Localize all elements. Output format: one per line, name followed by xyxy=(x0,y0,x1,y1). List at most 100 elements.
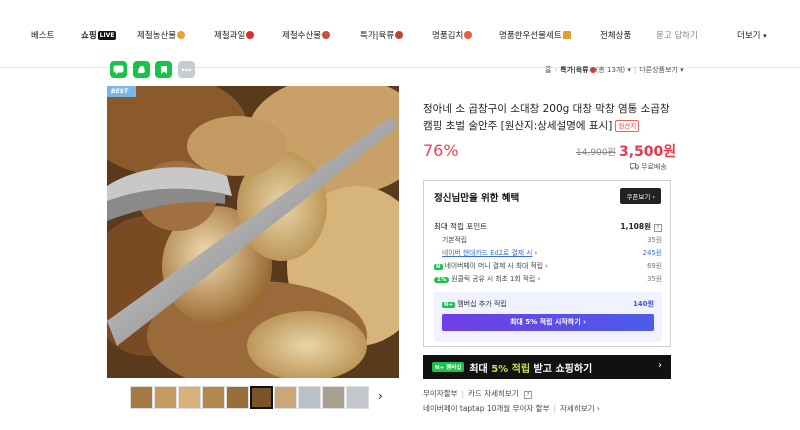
nav-hanwoo-label: 명품한우선물세트 xyxy=(499,31,562,41)
thumbnail-active[interactable] xyxy=(250,386,273,409)
blog-share-button[interactable] xyxy=(155,61,172,78)
max-point-row: 최대 적립 포인트 1,108원? xyxy=(434,221,662,232)
benefit-row-value: 35원 xyxy=(647,275,662,283)
membership-label: N+ 멤버십 추가 적립 xyxy=(442,299,507,309)
more-dots-icon xyxy=(181,68,192,71)
benefit-row-label: 네이버페이 머니 결제 시 최대 적립 xyxy=(444,262,543,270)
breadcrumb-count: (총 13개) xyxy=(595,66,626,74)
nav-meat-label: 특가|육류 xyxy=(360,31,395,41)
card-detail-link[interactable]: 카드 자세히보기 xyxy=(468,389,519,398)
nav-all-products[interactable]: 전체상품 xyxy=(600,29,631,41)
banner-text-post: 받고 쇼핑하기 xyxy=(530,363,593,375)
nav-more[interactable]: 더보기 ▾ xyxy=(737,29,767,41)
thumbnail[interactable] xyxy=(346,386,369,409)
product-main-image[interactable]: BEST xyxy=(107,86,399,378)
thumbnail[interactable] xyxy=(298,386,321,409)
nav-qna[interactable]: 묻고 답하기 xyxy=(656,29,698,41)
chevron-right-icon: › xyxy=(658,360,662,371)
apple-icon xyxy=(246,31,255,39)
breadcrumb-home[interactable]: 홈 xyxy=(545,66,551,74)
chevron-down-icon[interactable]: ▾ xyxy=(627,66,631,74)
coupon-button-label: 쿠폰보기 xyxy=(626,193,651,201)
max-point-value: 1,108원 xyxy=(620,222,651,231)
benefit-row-label: 원클릭 공유 시 최초 1회 적립 xyxy=(451,275,536,283)
band-share-button[interactable] xyxy=(133,61,150,78)
taptap-row: 네이버페이 taptap 10개월 무이자 할부 | 자세히보기 › xyxy=(423,404,600,413)
coupon-button[interactable]: 쿠폰보기 › xyxy=(620,188,661,204)
thumbnail[interactable] xyxy=(202,386,225,409)
benefit-row-share[interactable]: 1% 원클릭 공유 시 최초 1회 적립 › 35원 xyxy=(434,273,662,283)
breadcrumb-category[interactable]: 특가|육류 xyxy=(560,66,588,74)
chevron-down-icon: ▾ xyxy=(763,32,767,40)
membership-start-label: 최대 5% 적립 시작하기 xyxy=(509,318,581,326)
original-price: 14,900원 xyxy=(576,148,616,158)
chevron-right-icon: › xyxy=(545,262,548,270)
chevron-down-icon[interactable]: ▾ xyxy=(680,66,684,74)
membership-box: N+ 멤버십 추가 적립 140원 최대 5% 적립 시작하기 › xyxy=(434,292,662,342)
fish-icon xyxy=(322,31,331,39)
max-point-label: 최대 적립 포인트 xyxy=(434,222,488,231)
benefit-row-value: 69원 xyxy=(647,262,662,270)
thumbnail-strip xyxy=(130,386,369,409)
truck-icon xyxy=(630,163,639,170)
chevron-right-icon: › xyxy=(596,404,600,413)
nav-seafood[interactable]: 제철수산물 xyxy=(282,29,331,41)
benefit-row-card[interactable]: 네이버 현대카드 Ed2로 결제 시 › 245원 xyxy=(434,247,662,257)
thumbnail[interactable] xyxy=(154,386,177,409)
fire-icon xyxy=(464,31,473,39)
benefit-row-value: 35원 xyxy=(647,236,662,244)
meat-icon xyxy=(395,31,404,39)
benefit-row-value: 245원 xyxy=(642,249,662,257)
membership-start-button[interactable]: 최대 5% 적립 시작하기 › xyxy=(442,314,654,331)
thumbnail[interactable] xyxy=(130,386,153,409)
nav-meat[interactable]: 특가|육류 xyxy=(360,29,404,41)
nav-kimchi[interactable]: 명품김치 xyxy=(432,29,473,41)
nav-agri[interactable]: 제철농산물 xyxy=(137,29,186,41)
nav-fruit-label: 제철과일 xyxy=(214,31,246,41)
banner-text-pre: 최대 xyxy=(469,363,492,375)
shipping-info: 무료배송 xyxy=(630,162,667,172)
nav-seafood-label: 제철수산물 xyxy=(282,31,322,41)
membership-banner[interactable]: N+ 멤버십 최대 5% 적립 받고 쇼핑하기 › xyxy=(423,355,671,379)
chevron-right-icon[interactable]: › xyxy=(378,389,383,403)
membership-value: 140원 xyxy=(632,300,654,308)
banner-text-highlight: 5% 적립 xyxy=(491,363,531,375)
live-badge: LIVE xyxy=(97,31,117,40)
product-title: 정아네 소 곱창구이 소대창 200g 대창 막창 염통 소곱창 캠핑 초벌 술… xyxy=(423,101,673,135)
help-icon[interactable]: ? xyxy=(654,224,662,232)
chevron-right-icon: › xyxy=(534,249,538,257)
percent-badge: 1% xyxy=(434,277,450,283)
naver-plus-badge: N+ 멤버십 xyxy=(432,362,465,372)
talk-share-button[interactable] xyxy=(110,61,127,78)
shipping-text: 무료배송 xyxy=(641,163,667,171)
membership-label-text: 멤버십 추가 적립 xyxy=(457,300,507,308)
origin-badge: 원산지 xyxy=(615,120,640,132)
nav-more-label: 더보기 xyxy=(737,31,761,41)
nav-fruit[interactable]: 제철과일 xyxy=(214,29,255,41)
nav-hanwoo-gift[interactable]: 명품한우선물세트 xyxy=(499,29,571,41)
thumbnail[interactable] xyxy=(226,386,249,409)
chevron-right-icon: › xyxy=(652,193,655,201)
benefit-row-label: 기본적립 xyxy=(442,236,468,244)
benefit-row-npay[interactable]: N 네이버페이 머니 결제 시 최대 적립 › 69원 xyxy=(434,260,662,270)
thumbnail[interactable] xyxy=(322,386,345,409)
discount-rate: 76% xyxy=(423,141,459,160)
banner-badge-text: 멤버십 xyxy=(446,365,462,371)
product-photo xyxy=(107,86,399,378)
benefit-title: 정신님만을 위한 혜택 xyxy=(434,193,520,204)
more-share-button[interactable] xyxy=(178,61,195,78)
nav-shopping-live[interactable]: 쇼핑 LIVE xyxy=(81,29,117,41)
bookmark-icon xyxy=(160,65,167,74)
nav-agri-label: 제철농산물 xyxy=(137,31,177,41)
installment-row: 무이자할부 | 카드 자세히보기 ? xyxy=(423,388,533,399)
other-products-link[interactable]: 다른상품보기 xyxy=(639,66,678,74)
thumbnail[interactable] xyxy=(178,386,201,409)
taptap-detail-link[interactable]: 자세히보기 xyxy=(560,404,595,413)
breadcrumb: 홈 › 특가|육류 (총 13개) ▾ | 다른상품보기 ▾ xyxy=(545,66,684,74)
naver-plus-icon: N+ xyxy=(442,302,456,308)
chevron-right-icon: › xyxy=(583,318,587,326)
thumbnail[interactable] xyxy=(274,386,297,409)
nav-best[interactable]: 베스트 xyxy=(31,29,54,41)
help-icon[interactable]: ? xyxy=(524,391,533,399)
card-benefit-link[interactable]: 네이버 현대카드 Ed2로 결제 시 xyxy=(442,249,532,257)
